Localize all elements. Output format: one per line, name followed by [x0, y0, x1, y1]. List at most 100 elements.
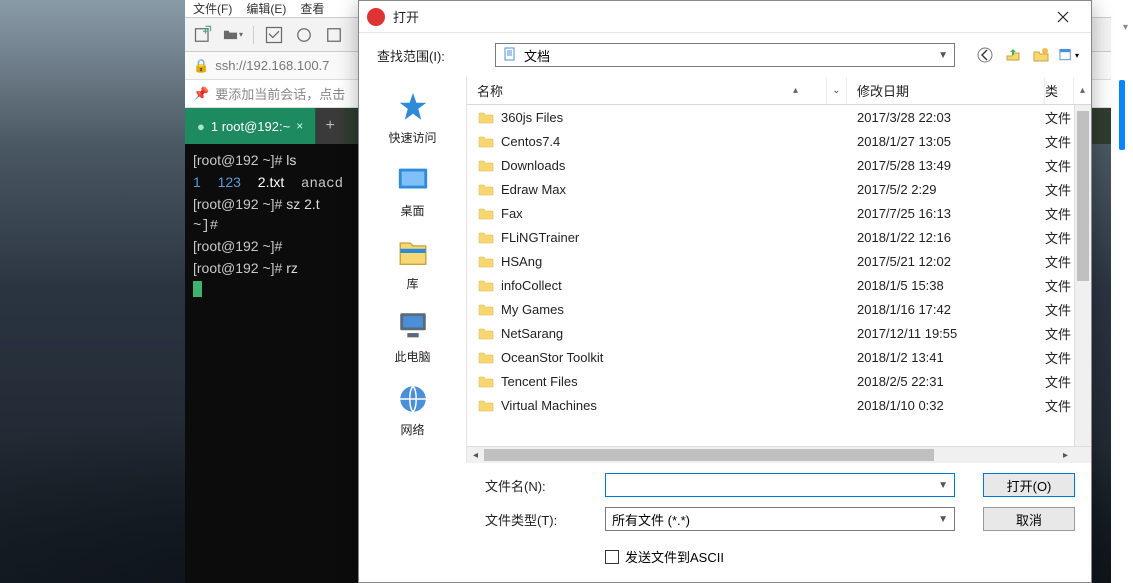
table-row[interactable]: NetSarang2017/12/11 19:55文件 [467, 321, 1091, 345]
file-type: 文件 [1045, 108, 1073, 127]
file-date: 2017/5/28 13:49 [847, 158, 1045, 173]
session-tab[interactable]: ● 1 root@192:~ × [185, 108, 316, 144]
file-type: 文件 [1045, 300, 1073, 319]
sidebar-item-quick-access[interactable]: 快速访问 [359, 85, 466, 150]
scroll-up-icon[interactable]: ▴ [1073, 77, 1091, 104]
sidebar-item-network[interactable]: 网络 [359, 377, 466, 442]
chevron-down-icon[interactable]: ▼ [938, 514, 948, 525]
tab-close-icon[interactable]: × [296, 119, 303, 133]
vertical-scrollbar[interactable] [1074, 105, 1091, 446]
pc-icon [395, 308, 431, 344]
folder-icon [477, 204, 495, 222]
view-menu-icon[interactable]: ▾ [1059, 45, 1079, 65]
filename-label: 文件名(N): [485, 476, 595, 495]
sidebar-item-label: 桌面 [400, 202, 424, 219]
close-button[interactable] [1043, 2, 1083, 32]
file-name: OceanStor Toolkit [501, 350, 847, 365]
tool-2-icon[interactable] [294, 25, 314, 45]
table-row[interactable]: infoCollect2018/1/5 15:38文件 [467, 273, 1091, 297]
column-type[interactable]: 类 [1045, 77, 1073, 104]
column-name[interactable]: 名称 ▴ [467, 77, 827, 104]
back-icon[interactable] [975, 45, 995, 65]
column-headers: 名称 ▴ ⌄ 修改日期 类 ▴ [467, 77, 1091, 105]
file-pane: 名称 ▴ ⌄ 修改日期 类 ▴ 360js Files2017/3/28 22:… [467, 77, 1091, 463]
right-panel-strip: ▾ [1111, 0, 1133, 583]
file-type: 文件 [1045, 348, 1073, 367]
folder-icon [477, 396, 495, 414]
file-type: 文件 [1045, 180, 1073, 199]
menu-file[interactable]: 文件(F) [193, 0, 232, 17]
tool-3-icon[interactable] [324, 25, 344, 45]
scroll-right-icon[interactable]: ▸ [1057, 447, 1074, 463]
chevron-down-icon: ▼ [938, 50, 948, 61]
horizontal-scrollbar[interactable]: ◂ ▸ [467, 446, 1091, 463]
file-date: 2017/12/11 19:55 [847, 326, 1045, 341]
table-row[interactable]: Edraw Max2017/5/2 2:29文件 [467, 177, 1091, 201]
pin-icon[interactable]: 📌 [193, 86, 209, 102]
info-hint: 要添加当前会话，点击 [215, 84, 345, 103]
scroll-thumb[interactable] [1077, 111, 1089, 281]
folder-icon [477, 156, 495, 174]
table-row[interactable]: Downloads2017/5/28 13:49文件 [467, 153, 1091, 177]
file-name: infoCollect [501, 278, 847, 293]
tab-label: 1 root@192:~ [211, 119, 290, 134]
table-row[interactable]: Fax2017/7/25 16:13文件 [467, 201, 1091, 225]
file-date: 2018/1/27 13:05 [847, 134, 1045, 149]
open-folder-icon[interactable]: ▾ [223, 25, 243, 45]
ssh-address[interactable]: ssh://192.168.100.7 [215, 58, 329, 73]
table-row[interactable]: Virtual Machines2018/1/10 0:32文件 [467, 393, 1091, 417]
cancel-button[interactable]: 取消 [983, 507, 1075, 531]
up-icon[interactable] [1003, 45, 1023, 65]
new-folder-icon[interactable] [1031, 45, 1051, 65]
file-type: 文件 [1045, 132, 1073, 151]
titlebar[interactable]: 打开 [359, 1, 1091, 33]
file-name: 360js Files [501, 110, 847, 125]
column-name-dd[interactable]: ⌄ [827, 77, 847, 104]
sidebar-item-label: 此电脑 [394, 348, 430, 365]
documents-icon [502, 47, 518, 63]
table-row[interactable]: My Games2018/1/16 17:42文件 [467, 297, 1091, 321]
chevron-down-icon[interactable]: ▼ [938, 480, 948, 491]
dialog-title: 打开 [393, 7, 1043, 26]
table-row[interactable]: OceanStor Toolkit2018/1/2 13:41文件 [467, 345, 1091, 369]
file-name: Centos7.4 [501, 134, 847, 149]
folder-icon [477, 228, 495, 246]
nav-icons: ▾ [975, 45, 1079, 65]
file-date: 2017/3/28 22:03 [847, 110, 1045, 125]
table-row[interactable]: Tencent Files2018/2/5 22:31文件 [467, 369, 1091, 393]
cursor [193, 281, 202, 297]
sidebar-item-libraries[interactable]: 库 [359, 231, 466, 296]
sidebar-item-this-pc[interactable]: 此电脑 [359, 304, 466, 369]
ascii-check-row[interactable]: 发送文件到ASCII [485, 547, 1075, 566]
table-row[interactable]: FLiNGTrainer2018/1/22 12:16文件 [467, 225, 1091, 249]
open-button[interactable]: 打开(O) [983, 473, 1075, 497]
sidebar-item-desktop[interactable]: 桌面 [359, 158, 466, 223]
file-type: 文件 [1045, 276, 1073, 295]
filename-input[interactable]: ▼ [605, 473, 955, 497]
folder-icon [477, 252, 495, 270]
lock-icon: 🔒 [193, 58, 209, 74]
file-date: 2018/1/16 17:42 [847, 302, 1045, 317]
table-row[interactable]: Centos7.42018/1/27 13:05文件 [467, 129, 1091, 153]
scroll-left-icon[interactable]: ◂ [467, 447, 484, 463]
menu-view[interactable]: 查看 [300, 0, 324, 17]
caret-icon[interactable]: ▾ [1123, 22, 1128, 33]
folder-icon [477, 300, 495, 318]
tool-1-icon[interactable] [264, 25, 284, 45]
file-name: Virtual Machines [501, 398, 847, 413]
folder-icon [477, 132, 495, 150]
new-tab-button[interactable]: + [316, 108, 344, 144]
table-row[interactable]: HSAng2017/5/21 12:02文件 [467, 249, 1091, 273]
new-session-icon[interactable] [193, 25, 213, 45]
file-list[interactable]: 360js Files2017/3/28 22:03文件Centos7.4201… [467, 105, 1091, 446]
ascii-check-label: 发送文件到ASCII [625, 547, 724, 566]
file-name: My Games [501, 302, 847, 317]
menu-edit[interactable]: 编辑(E) [246, 0, 286, 17]
look-in-select[interactable]: 文档 ▼ [495, 43, 955, 67]
filetype-select[interactable]: 所有文件 (*.*) ▼ [605, 507, 955, 531]
hscroll-thumb[interactable] [484, 449, 934, 461]
checkbox-icon[interactable] [605, 550, 619, 564]
file-type: 文件 [1045, 396, 1073, 415]
column-date[interactable]: 修改日期 [847, 77, 1045, 104]
table-row[interactable]: 360js Files2017/3/28 22:03文件 [467, 105, 1091, 129]
